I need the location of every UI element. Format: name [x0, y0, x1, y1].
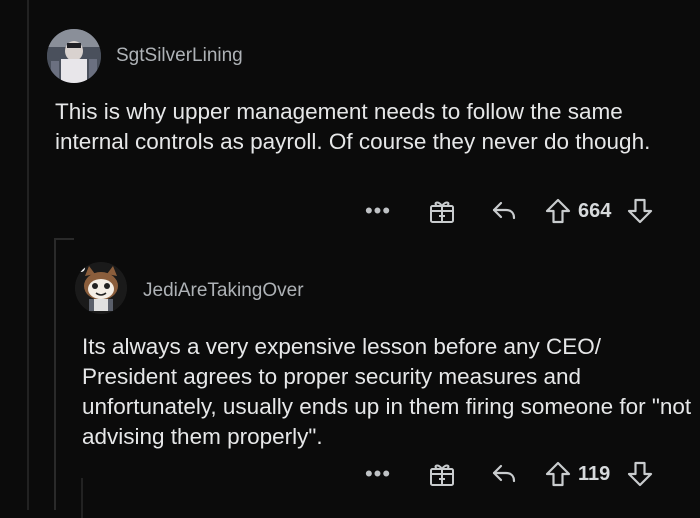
avatar[interactable] — [75, 262, 127, 314]
next-reply-line — [81, 478, 83, 518]
username[interactable]: SgtSilverLining — [116, 45, 243, 67]
more-icon[interactable]: ••• — [364, 200, 392, 222]
downvote-arrow-icon[interactable] — [626, 197, 654, 225]
reply-arrow-icon[interactable] — [490, 197, 518, 225]
reply-thread-elbow — [54, 238, 74, 240]
avatar[interactable] — [47, 29, 101, 83]
reply-arrow-icon[interactable] — [490, 460, 518, 488]
upvote-arrow-icon[interactable] — [544, 197, 572, 225]
downvote-arrow-icon[interactable] — [626, 460, 654, 488]
vote-count: 119 — [578, 462, 611, 485]
user-avatar-image — [75, 262, 127, 314]
comment-body: Its always a very expensive lesson befor… — [82, 334, 692, 449]
comment-actions: ••• 664 — [364, 196, 654, 226]
username[interactable]: JediAreTakingOver — [143, 280, 304, 302]
award-gift-icon[interactable] — [428, 460, 456, 488]
vote-count: 664 — [578, 199, 612, 222]
comment-actions: ••• 119 — [364, 459, 654, 489]
thread-line[interactable] — [27, 0, 29, 510]
award-gift-icon[interactable] — [428, 197, 456, 225]
comment-body: This is why upper management needs to fo… — [55, 99, 651, 154]
upvote-arrow-icon[interactable] — [544, 460, 572, 488]
user-avatar-image — [47, 29, 101, 83]
more-icon[interactable]: ••• — [364, 463, 392, 485]
reply-thread-line[interactable] — [54, 238, 56, 510]
